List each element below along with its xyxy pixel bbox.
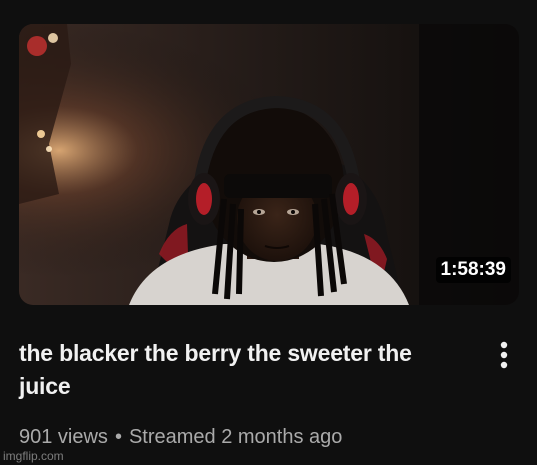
stream-date: Streamed 2 months ago (128, 426, 343, 448)
video-title[interactable]: the blacker the berry the sweeter the ju… (19, 337, 459, 403)
more-vert-icon (500, 341, 508, 369)
meta-separator: • (114, 426, 122, 448)
more-options-button[interactable] (490, 336, 518, 376)
view-count: 901 views (19, 426, 108, 448)
video-thumbnail[interactable]: 1:58:39 (19, 24, 519, 305)
video-metadata: 901 views • Streamed 2 months ago (19, 424, 342, 450)
duration-badge: 1:58:39 (435, 257, 511, 283)
watermark: imgflip.com (3, 449, 64, 463)
